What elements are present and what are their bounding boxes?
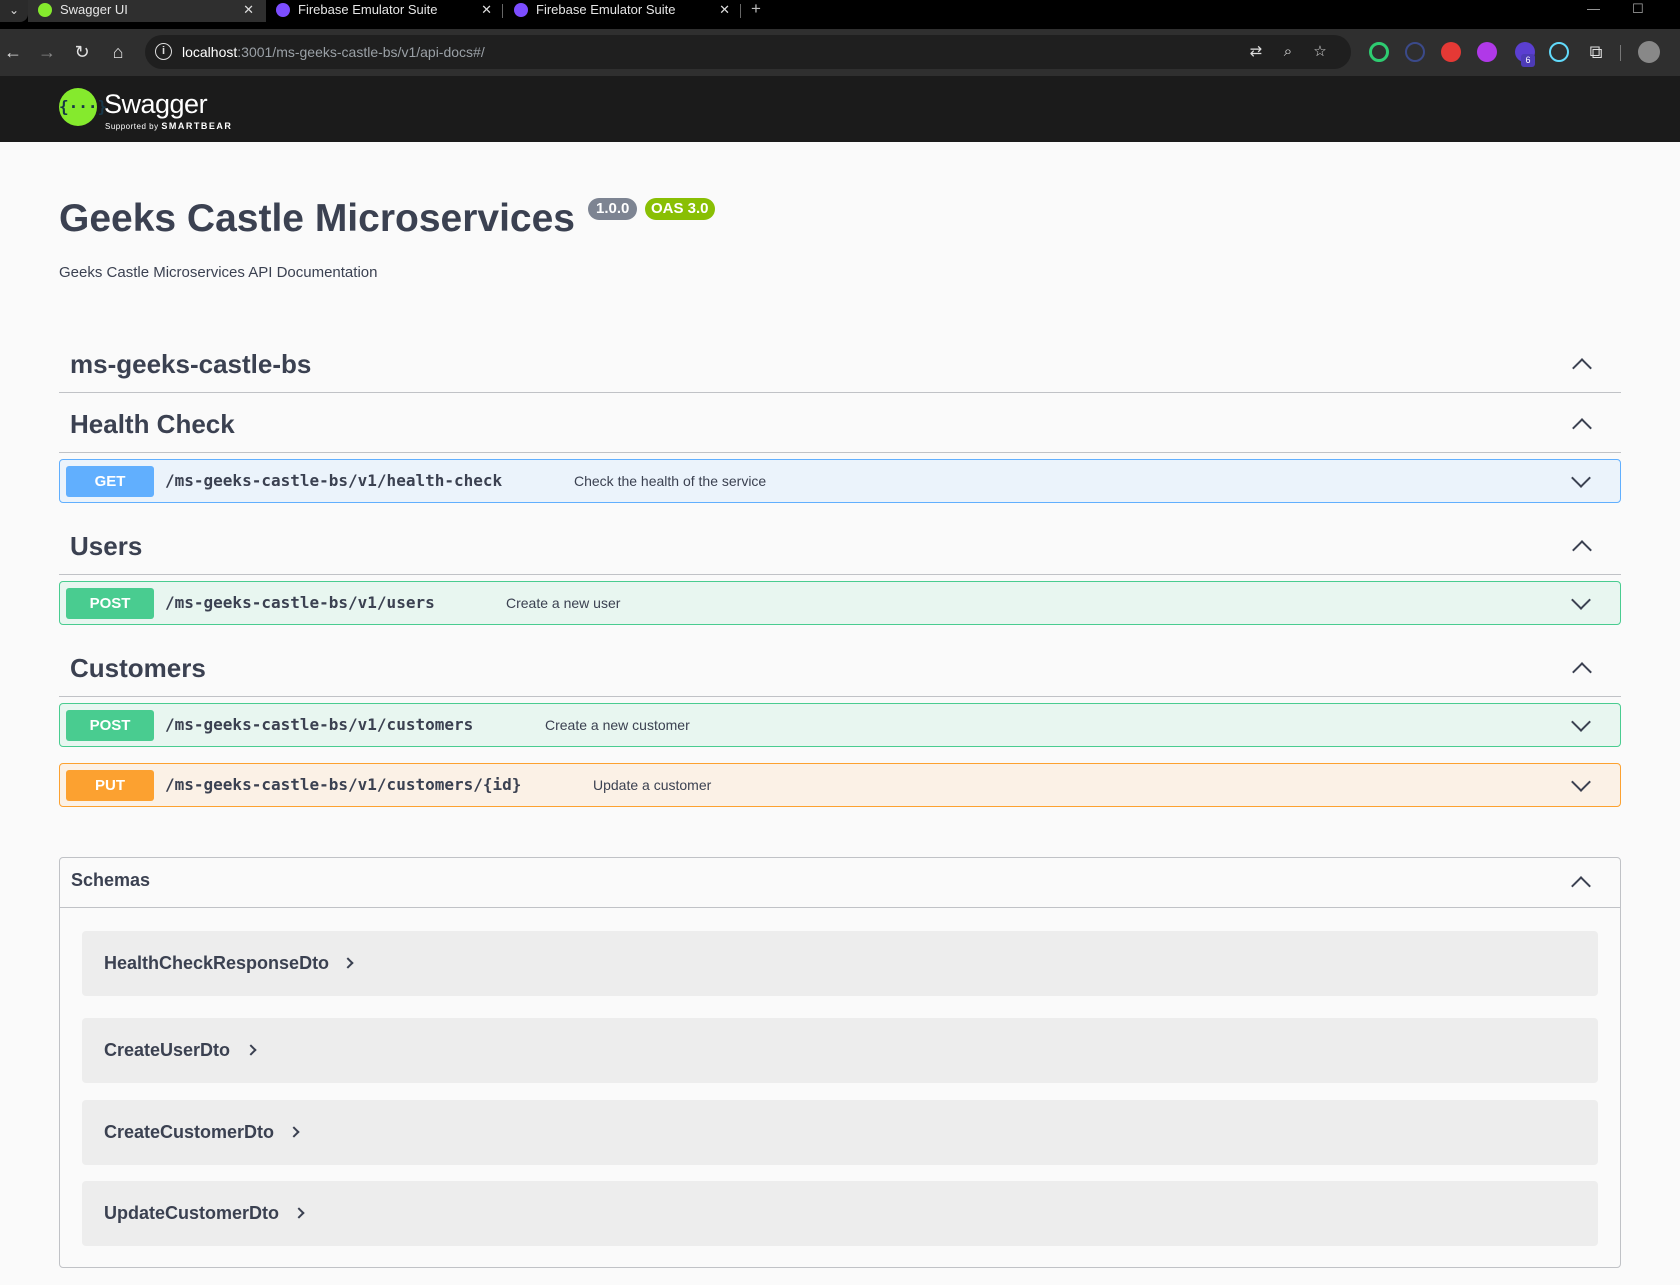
toolbar-separator [1620,45,1621,61]
extension-circle-icon[interactable] [1405,42,1425,62]
firebase-favicon-icon [276,3,290,17]
tab-search-chevron-icon[interactable]: ⌄ [0,0,28,22]
schema-name: CreateUserDto [104,1040,231,1060]
method-badge: GET [66,466,154,497]
schema-model[interactable]: HealthCheckResponseDto [82,931,1598,996]
tab-separator [502,4,503,18]
reload-icon[interactable]: ↻ [69,39,95,65]
extension-purple-icon[interactable] [1477,42,1497,62]
tab-close-icon[interactable]: ✕ [481,0,492,20]
swagger-supported-by: Supported by SMARTBEAR [105,121,233,131]
forward-arrow-icon[interactable]: → [34,39,60,65]
operation-post-customers[interactable]: POST /ms-geeks-castle-bs/v1/customers Cr… [59,703,1621,747]
browser-toolbar: ← → ↻ ⌂ i localhost:3001/ms-geeks-castle… [0,29,1680,76]
method-badge: POST [66,588,154,619]
schema-model[interactable]: CreateUserDto [82,1018,1598,1083]
home-icon[interactable]: ⌂ [105,39,131,65]
operation-summary: Create a new customer [545,717,690,733]
operation-summary: Update a customer [593,777,712,793]
tag-customers[interactable]: Customers [59,637,1621,697]
chevron-right-icon[interactable] [288,1126,300,1138]
tab-title: Swagger UI [60,2,128,17]
browser-tab-strip: ⌄ Swagger UI ✕ Firebase Emulator Suite ✕… [0,0,1680,29]
address-bar[interactable]: i localhost:3001/ms-geeks-castle-bs/v1/a… [145,35,1351,69]
tab-close-icon[interactable]: ✕ [243,0,254,20]
chevron-down-icon[interactable] [1571,468,1591,488]
chevron-up-icon[interactable] [1572,662,1592,682]
browser-tab-swagger[interactable]: Swagger UI ✕ [28,0,266,22]
api-title: Geeks Castle Microservices [59,197,575,240]
schema-name: HealthCheckResponseDto [104,953,330,973]
chevron-up-icon[interactable] [1572,418,1592,438]
operation-post-users[interactable]: POST /ms-geeks-castle-bs/v1/users Create… [59,581,1621,625]
profile-avatar[interactable] [1638,41,1660,63]
extension-target-icon[interactable] [1369,42,1389,62]
operation-summary: Check the health of the service [574,473,767,489]
zoom-icon[interactable]: ⌕ [1277,41,1299,63]
maximize-window-icon[interactable]: ☐ [1632,0,1644,18]
minimize-window-icon[interactable]: — [1587,0,1600,18]
site-info-icon[interactable]: i [155,43,172,60]
operation-put-customer[interactable]: PUT /ms-geeks-castle-bs/v1/customers/{id… [59,763,1621,807]
operation-path: /ms-geeks-castle-bs/v1/customers/{id} [165,775,522,794]
extension-badge: 6 [1521,54,1535,67]
swagger-topbar: {···} Swagger Supported by SMARTBEAR [0,76,1680,142]
bookmark-star-icon[interactable]: ☆ [1309,41,1331,63]
tag-title: Health Check [70,409,235,439]
chevron-down-icon[interactable] [1571,772,1591,792]
tag-users[interactable]: Users [59,515,1621,575]
back-arrow-icon[interactable]: ← [0,39,26,65]
swagger-favicon-icon [38,3,52,17]
extension-red-icon[interactable] [1441,42,1461,62]
operation-summary: Create a new user [506,595,621,611]
chevron-right-icon[interactable] [293,1207,305,1219]
chevron-right-icon[interactable] [342,957,354,969]
extensions-puzzle-icon[interactable]: ⧉ [1583,39,1609,65]
chevron-down-icon[interactable] [1571,590,1591,610]
tab-separator [740,4,741,18]
browser-tab-firebase-1[interactable]: Firebase Emulator Suite ✕ [266,0,504,22]
schema-model[interactable]: CreateCustomerDto [82,1100,1598,1165]
schemas-title: Schemas [71,870,151,890]
tab-close-icon[interactable]: ✕ [719,0,730,20]
api-description: Geeks Castle Microservices API Documenta… [59,264,378,281]
swagger-brand[interactable]: Swagger [104,89,208,120]
version-badge: 1.0.0 [588,198,638,220]
tab-title: Firebase Emulator Suite [536,2,676,17]
browser-tab-firebase-2[interactable]: Firebase Emulator Suite ✕ [504,0,742,22]
react-devtools-icon[interactable] [1549,42,1569,62]
translate-icon[interactable]: ⇄ [1245,41,1267,63]
operation-path: /ms-geeks-castle-bs/v1/users [165,593,435,612]
schemas-header[interactable]: Schemas [60,858,1620,908]
schemas-section: Schemas HealthCheckResponseDto CreateUse… [59,857,1621,1268]
schema-model[interactable]: UpdateCustomerDto [82,1181,1598,1246]
chevron-right-icon[interactable] [245,1044,257,1056]
url-text[interactable]: localhost:3001/ms-geeks-castle-bs/v1/api… [182,35,485,69]
tag-title: ms-geeks-castle-bs [70,349,312,379]
chevron-up-icon[interactable] [1571,876,1591,896]
operation-get-health-check[interactable]: GET /ms-geeks-castle-bs/v1/health-check … [59,459,1621,503]
schema-name: UpdateCustomerDto [104,1203,280,1223]
tab-title: Firebase Emulator Suite [298,2,438,17]
tag-title: Users [70,531,143,561]
tag-ms-geeks-castle-bs[interactable]: ms-geeks-castle-bs [59,337,1621,393]
operation-path: /ms-geeks-castle-bs/v1/health-check [165,471,503,490]
swagger-logo-icon[interactable]: {···} [59,88,107,126]
new-tab-button[interactable]: + [751,0,761,18]
tag-title: Customers [70,653,206,683]
tag-health-check[interactable]: Health Check [59,393,1621,453]
chevron-up-icon[interactable] [1572,358,1592,378]
oas-badge: OAS 3.0 [645,198,715,220]
chevron-down-icon[interactable] [1571,712,1591,732]
method-badge: POST [66,710,154,741]
method-badge: PUT [66,770,154,801]
operation-path: /ms-geeks-castle-bs/v1/customers [165,715,474,734]
firebase-favicon-icon [514,3,528,17]
schema-name: CreateCustomerDto [104,1122,275,1142]
chevron-up-icon[interactable] [1572,540,1592,560]
